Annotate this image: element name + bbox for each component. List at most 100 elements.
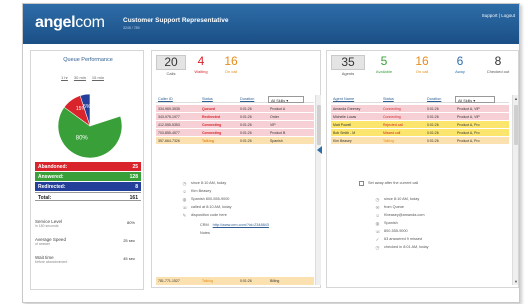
table-row[interactable]: 412-555-5353 Connecting 0:01:26 VIP	[156, 121, 314, 129]
calls-scrollbar[interactable]	[315, 95, 321, 285]
check-icon: ✓	[375, 236, 380, 242]
status-header[interactable]: Status	[200, 95, 238, 102]
detail-text: disposition code here	[191, 213, 227, 217]
agents-panel: 35 Agents 5 Available 16 On call 6 Away 8 Che…	[326, 50, 519, 288]
calls-panel: 20 Calls 4 Waiting 16 On call Caller ID Sta…	[151, 50, 321, 288]
agent-skill-cell: Product A, Pro	[457, 122, 480, 127]
collapse-arrow-icon[interactable]	[317, 146, 322, 154]
table-row[interactable]: 334-969-3535 Queued 0:01:26 Product A	[156, 105, 314, 113]
away-count: 6 Away	[455, 54, 465, 75]
scroll-up-icon[interactable]: ▲	[514, 96, 518, 101]
detail-text: since 8:10 AM, today	[384, 197, 420, 201]
table-row[interactable]: Amanda Greeney Connecting 0:01:26 Product A…	[331, 105, 509, 113]
agent-status-header[interactable]: Status	[381, 95, 425, 102]
table-row[interactable]: Kim Beasey Talking 0:01:26 Product A, Pro	[331, 137, 509, 145]
agents-scrollbar[interactable]: ▲ ▼	[512, 95, 518, 285]
clock-icon: ◷	[375, 196, 380, 202]
detail-text: Spanish	[384, 221, 398, 225]
time-range-links: 1 hr 30 min 15 min	[61, 75, 104, 80]
agent-name-header[interactable]: Agent Name	[331, 95, 381, 102]
detail-text: called at 8:10 AM, today	[191, 205, 232, 209]
redirected-stat: Redirected: 8	[35, 182, 141, 191]
scroll-down-icon[interactable]: ▼	[514, 279, 518, 284]
status-cell: Connecting	[202, 122, 222, 127]
away-checkbox-row[interactable]: Set away after the current call	[359, 179, 418, 187]
table-row[interactable]: Bob Smith - M Missed call 0:01:26 Product A…	[331, 129, 509, 137]
range-30min-link[interactable]: 30 min	[74, 75, 86, 80]
agent-skill-cell: Product A, Pro	[457, 130, 480, 135]
agent-duration-header[interactable]: Duration	[425, 95, 455, 102]
clock-icon: ◷	[182, 180, 187, 186]
caller-id-cell: 343-975-1977	[158, 114, 180, 119]
support-logout-links[interactable]: Support | Logout	[482, 13, 515, 18]
queue-performance-panel: Queue Performance 1 hr 30 min 15 min 80%…	[30, 50, 144, 290]
duration-cell: 0:01:26	[240, 106, 252, 111]
table-row[interactable]: 357-664-7326 Talking 0:01:26 Spanish	[156, 137, 314, 145]
notes-label: Notes	[200, 231, 210, 235]
duration-header[interactable]: Duration	[238, 95, 268, 102]
phone-icon: ☏	[182, 204, 188, 210]
app-window: angelcom Customer Support Representative…	[22, 3, 520, 303]
detail-text: 63 answered 9 missed	[384, 237, 422, 241]
agent-duration-cell: 0:01:26	[427, 106, 439, 111]
globe-icon: ◍	[182, 196, 187, 202]
mail-icon: ✉	[375, 204, 380, 210]
agent-counts: 35 Agents 5 Available 16 On call 6 Away 8 Che…	[331, 55, 517, 76]
globe-icon: ◍	[375, 220, 380, 226]
answered-stat: Answered: 128	[35, 172, 141, 181]
agents-table-body: Amanda Greeney Connecting 0:01:26 Product A…	[331, 105, 509, 145]
table-row[interactable]: 781-771-1527 Talking 0:01:26 Billing	[156, 277, 314, 285]
detail-text: since 8:10 AM, today	[191, 181, 227, 185]
abandoned-stat: Abandoned: 25	[35, 162, 141, 171]
skills-filter-select[interactable]: All Skills ▾	[268, 95, 304, 103]
calls-table-body: 334-969-3535 Queued 0:01:26 Product A 343-97…	[156, 105, 314, 145]
table-row[interactable]: Michelle Lucas Connecting 0:01:26 Product A…	[331, 113, 509, 121]
table-row[interactable]: Matt Powell Rejected call 0:01:26 Product A…	[331, 121, 509, 129]
call-counts: 20 Calls 4 Waiting 16 On call	[156, 55, 246, 76]
total-stat: Total: 161	[35, 192, 141, 201]
skill-cell: Product A	[270, 106, 286, 111]
crm-link[interactable]: http://www.crm.com/?id=2348843	[213, 223, 269, 227]
top-bar: angelcom Customer Support Representative…	[23, 4, 519, 44]
range-15min-link[interactable]: 15 min	[92, 75, 104, 80]
average-speed-metric: Average Speed of answer 25 sec	[35, 237, 135, 246]
agent-skill-cell: Product A, VIP	[457, 106, 480, 111]
skill-cell: VIP	[270, 122, 276, 127]
caller-id-header[interactable]: Caller ID	[156, 95, 200, 102]
detail-text: Spanish 800-555-9000	[191, 197, 230, 201]
pie-label: 5%	[83, 104, 91, 110]
checked-out-count: 8 Checked out	[486, 54, 510, 75]
detail-text: 800-555-9000	[384, 229, 408, 233]
available-count: 5 Available	[375, 54, 393, 75]
agent-duration-cell: 0:01:26	[427, 138, 439, 143]
clock-icon: ◷	[375, 244, 380, 250]
duration-cell: 0:01:26	[240, 138, 252, 143]
logo: angelcom	[35, 14, 105, 31]
table-row[interactable]: 343-975-1977 Redirected 0:01:26 Order	[156, 113, 314, 121]
edit-icon: ✎	[182, 212, 187, 218]
away-checkbox[interactable]	[359, 180, 364, 186]
duration-cell: 0:01:26	[240, 114, 252, 119]
agent-status-cell: Connecting	[383, 106, 401, 111]
page-subtitle: 3245 / 789	[123, 26, 140, 30]
caller-id-cell: 357-664-7326	[158, 138, 180, 143]
agent-status-cell: Rejected call	[383, 122, 404, 127]
agents-count: 35 Agents	[331, 55, 365, 76]
on-call-count: 16 On call	[224, 54, 238, 75]
agent-skills-filter-select[interactable]: All Skills ▾	[455, 95, 495, 103]
caller-id-cell: 334-969-3535	[158, 106, 180, 111]
scroll-thumb[interactable]	[317, 105, 321, 145]
agents-on-call-count: 16 On call	[415, 54, 429, 75]
table-row[interactable]: 703-855-4577 Connecting 0:01:26 Product B	[156, 129, 314, 137]
service-level-metric: Service Level in 180 seconds 80%	[35, 219, 135, 228]
range-1hr-link[interactable]: 1 hr	[61, 75, 68, 80]
caller-id-cell: 412-555-5353	[158, 122, 180, 127]
wait-time-metric: Wait time before abandonment 45 sec	[35, 255, 135, 264]
duration-cell: 0:01:26	[240, 122, 252, 127]
skill-cell: Product B	[270, 130, 286, 135]
agent-status-cell: Connecting	[383, 114, 401, 119]
scroll-thumb[interactable]	[514, 105, 518, 145]
agent-duration-cell: 0:01:26	[427, 114, 439, 119]
detail-text: from Queue	[384, 205, 405, 209]
detail-text: Kbeasey@amanda.com	[384, 213, 425, 217]
